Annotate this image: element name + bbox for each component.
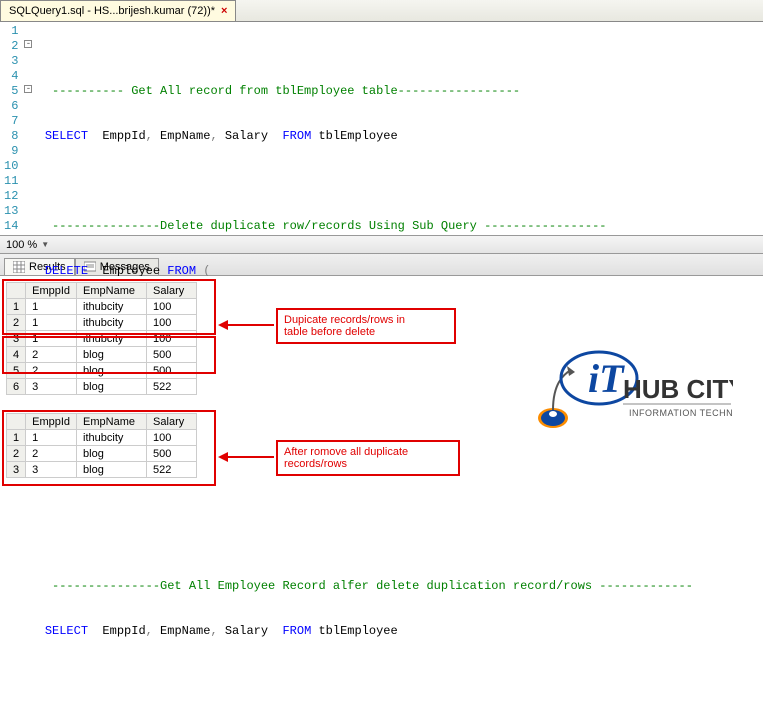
cell[interactable]: 100 [147, 299, 197, 315]
svg-text:iT: iT [588, 356, 625, 401]
cell[interactable]: 100 [147, 331, 197, 347]
tab-title: SQLQuery1.sql - HS...brijesh.kumar (72))… [9, 5, 215, 17]
row-header[interactable]: 4 [7, 347, 26, 363]
cell[interactable]: 1 [26, 299, 77, 315]
cell[interactable]: 3 [26, 379, 77, 395]
cell[interactable]: 100 [147, 315, 197, 331]
cell[interactable]: blog [77, 363, 147, 379]
cell[interactable]: 500 [147, 347, 197, 363]
row-header[interactable]: 3 [7, 331, 26, 347]
tab-bar: SQLQuery1.sql - HS...brijesh.kumar (72))… [0, 0, 763, 22]
table-row[interactable]: 63blog522 [7, 379, 197, 395]
cell[interactable]: 1 [26, 315, 77, 331]
col-emppid[interactable]: EmppId [26, 414, 77, 430]
cell[interactable]: 3 [26, 462, 77, 478]
table-row[interactable]: 11ithubcity100 [7, 430, 197, 446]
cell[interactable]: 1 [26, 331, 77, 347]
cell[interactable]: blog [77, 347, 147, 363]
cell[interactable]: ithubcity [77, 299, 147, 315]
fold-icon[interactable]: - [24, 85, 32, 93]
cell[interactable]: 500 [147, 363, 197, 379]
cell[interactable]: 2 [26, 347, 77, 363]
cell[interactable]: 522 [147, 379, 197, 395]
cell[interactable]: blog [77, 379, 147, 395]
cell[interactable]: 522 [147, 462, 197, 478]
cell[interactable]: 500 [147, 446, 197, 462]
cell[interactable]: blog [77, 446, 147, 462]
col-salary[interactable]: Salary [147, 283, 197, 299]
col-emppid[interactable]: EmppId [26, 283, 77, 299]
cell[interactable]: 2 [26, 363, 77, 379]
cell[interactable]: 1 [26, 430, 77, 446]
svg-text:INFORMATION TECHNOLOGY: INFORMATION TECHNOLOGY [629, 408, 733, 418]
grid-icon [13, 261, 25, 273]
cell[interactable]: ithubcity [77, 331, 147, 347]
annotation-callout: Dupicate records/rows in table before de… [276, 308, 456, 344]
results-grid-2[interactable]: EmppId EmpName Salary 11ithubcity10022bl… [6, 413, 197, 478]
table-row[interactable]: 42blog500 [7, 347, 197, 363]
row-header[interactable]: 5 [7, 363, 26, 379]
svg-text:HUB CITY: HUB CITY [623, 374, 733, 404]
table-row[interactable]: 22blog500 [7, 446, 197, 462]
logo: iT HUB CITY INFORMATION TECHNOLOGY [513, 340, 733, 450]
row-header[interactable]: 2 [7, 446, 26, 462]
cell[interactable]: 2 [26, 446, 77, 462]
col-salary[interactable]: Salary [147, 414, 197, 430]
arrow-icon [218, 316, 276, 338]
table-row[interactable]: 33blog522 [7, 462, 197, 478]
arrow-icon [218, 448, 276, 470]
table-row[interactable]: 21ithubcity100 [7, 315, 197, 331]
row-header[interactable]: 2 [7, 315, 26, 331]
table-row[interactable]: 52blog500 [7, 363, 197, 379]
cell[interactable]: blog [77, 462, 147, 478]
line-gutter: 1 2 3 4 5 6 7 8 9 10 11 12 13 14 [0, 22, 26, 235]
file-tab[interactable]: SQLQuery1.sql - HS...brijesh.kumar (72))… [0, 0, 236, 21]
row-header[interactable]: 3 [7, 462, 26, 478]
cell[interactable]: 100 [147, 430, 197, 446]
close-icon[interactable]: × [221, 5, 227, 17]
code-area[interactable]: - - ---------- Get All record from tblEm… [26, 22, 733, 235]
cell[interactable]: ithubcity [77, 315, 147, 331]
row-header[interactable]: 1 [7, 430, 26, 446]
sql-editor[interactable]: 1 2 3 4 5 6 7 8 9 10 11 12 13 14 - - ---… [0, 22, 763, 236]
col-empname[interactable]: EmpName [77, 283, 147, 299]
fold-icon[interactable]: - [24, 40, 32, 48]
cell[interactable]: ithubcity [77, 430, 147, 446]
col-empname[interactable]: EmpName [77, 414, 147, 430]
table-row[interactable]: 11ithubcity100 [7, 299, 197, 315]
row-header[interactable]: 6 [7, 379, 26, 395]
results-grid-1[interactable]: EmppId EmpName Salary 11ithubcity10021it… [6, 282, 197, 395]
table-row[interactable]: 31ithubcity100 [7, 331, 197, 347]
annotation-callout: After romove all duplicate records/rows [276, 440, 460, 476]
row-header[interactable]: 1 [7, 299, 26, 315]
